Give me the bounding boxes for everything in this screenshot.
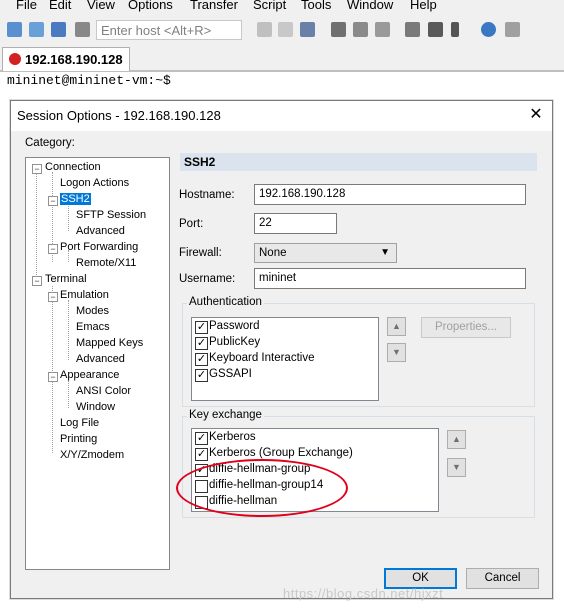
menu-bar: File Edit View Options Transfer Script T…	[0, 0, 564, 14]
connect-icon[interactable]	[7, 22, 22, 37]
tree-item-log-file[interactable]: Log File	[60, 417, 99, 429]
tab-label: 192.168.190.128	[25, 52, 123, 67]
tree-item-connection[interactable]: Connection	[45, 161, 101, 173]
menu-view[interactable]: View	[87, 0, 115, 12]
tree-item-xyzmodem[interactable]: X/Y/Zmodem	[60, 449, 124, 461]
tree-item-terminal[interactable]: Terminal	[45, 273, 87, 285]
menu-options[interactable]: Options	[128, 0, 173, 12]
menu-file[interactable]: File	[16, 0, 37, 12]
kex-move-up-arrow-icon[interactable]: ▲	[447, 430, 466, 449]
hostname-field[interactable]: 192.168.190.128	[254, 184, 526, 205]
firewall-value: None	[259, 247, 287, 259]
firewall-label: Firewall:	[179, 247, 222, 259]
tree-item-mapped-keys[interactable]: Mapped Keys	[76, 337, 143, 349]
menu-window[interactable]: Window	[347, 0, 393, 12]
global-options-icon[interactable]	[405, 22, 420, 37]
authentication-title: Authentication	[187, 296, 264, 308]
checkbox-publickey[interactable]: ✓	[195, 337, 208, 350]
help-icon[interactable]	[481, 22, 496, 37]
checkbox-kerberos[interactable]: ✓	[195, 432, 208, 445]
collapse-emulation-icon[interactable]: −	[48, 292, 58, 302]
tree-item-ssh2-advanced[interactable]: Advanced	[76, 225, 125, 237]
kex-move-down-arrow-icon[interactable]: ▼	[447, 458, 466, 477]
tab-strip: 192.168.190.128	[0, 45, 564, 72]
properties-button[interactable]: Properties...	[421, 317, 511, 338]
reconnect-icon[interactable]	[51, 22, 66, 37]
extra-icon[interactable]	[505, 22, 520, 37]
section-title: SSH2	[180, 153, 537, 171]
checkbox-label: Kerberos (Group Exchange)	[209, 447, 353, 459]
dialog-titlebar: Session Options - 192.168.190.128 ✕	[11, 101, 552, 131]
collapse-appearance-icon[interactable]: −	[48, 372, 58, 382]
firewall-select[interactable]: None ▼	[254, 243, 397, 263]
checkbox-keyboard-interactive[interactable]: ✓	[195, 353, 208, 366]
move-down-arrow-icon[interactable]: ▼	[387, 343, 406, 362]
checkbox-password[interactable]: ✓	[195, 321, 208, 334]
keymap-icon[interactable]	[428, 22, 443, 37]
session-options-dialog: Session Options - 192.168.190.128 ✕ Cate…	[10, 100, 553, 599]
menu-edit[interactable]: Edit	[49, 0, 71, 12]
watermark: https://blog.csdn.net/hjxzt	[283, 586, 444, 601]
tree-item-remote-x11[interactable]: Remote/X11	[76, 257, 136, 269]
dialog-title: Session Options - 192.168.190.128	[17, 108, 221, 123]
category-label: Category:	[25, 137, 75, 149]
checkbox-label: Password	[209, 320, 260, 332]
port-field[interactable]: 22	[254, 213, 337, 234]
key-exchange-title: Key exchange	[187, 409, 264, 421]
username-label: Username:	[179, 273, 236, 285]
collapse-terminal-icon[interactable]: −	[32, 276, 42, 286]
checkbox-gssapi[interactable]: ✓	[195, 369, 208, 382]
copy-icon[interactable]	[257, 22, 272, 37]
checkbox-label: Keyboard Interactive	[209, 352, 315, 364]
tree-item-modes[interactable]: Modes	[76, 305, 109, 317]
session-options-icon[interactable]	[375, 22, 390, 37]
move-up-arrow-icon[interactable]: ▲	[387, 317, 406, 336]
category-tree: − Connection Logon Actions − SSH2 SFTP S…	[25, 157, 170, 570]
menu-script[interactable]: Script	[253, 0, 286, 12]
tree-item-emacs[interactable]: Emacs	[76, 321, 110, 333]
tree-item-logon-actions[interactable]: Logon Actions	[60, 177, 129, 189]
tree-item-printing[interactable]: Printing	[60, 433, 97, 445]
tree-item-port-forwarding[interactable]: Port Forwarding	[60, 241, 138, 253]
collapse-ssh2-icon[interactable]: −	[48, 196, 58, 206]
checkbox-label: Kerberos	[209, 431, 256, 443]
username-field[interactable]: mininet	[254, 268, 526, 289]
print-icon[interactable]	[331, 22, 346, 37]
disconnect-icon[interactable]	[75, 22, 90, 37]
collapse-connection-icon[interactable]: −	[32, 164, 42, 174]
authentication-group: Authentication ✓ Password ✓ PublicKey ✓ Key…	[182, 296, 535, 407]
print-setup-icon[interactable]	[353, 22, 368, 37]
checkbox-label: GSSAPI	[209, 368, 252, 380]
session-status-icon	[9, 53, 21, 65]
tree-item-ssh2[interactable]: SSH2	[60, 193, 91, 205]
tree-item-emulation[interactable]: Emulation	[60, 289, 109, 301]
hostname-label: Hostname:	[179, 189, 235, 201]
tree-item-window[interactable]: Window	[76, 401, 115, 413]
paste-icon[interactable]	[278, 22, 293, 37]
menu-help[interactable]: Help	[410, 0, 437, 12]
tree-item-emulation-advanced[interactable]: Advanced	[76, 353, 125, 365]
terminal-prompt: mininet@mininet-vm:~$	[7, 73, 171, 88]
toolbar: Enter host <Alt+R>	[0, 14, 564, 46]
key-icon[interactable]	[451, 22, 459, 37]
annotation-ellipse	[176, 459, 348, 517]
cancel-button[interactable]: Cancel	[466, 568, 539, 589]
checkbox-label: PublicKey	[209, 336, 261, 348]
tree-item-sftp-session[interactable]: SFTP Session	[76, 209, 146, 221]
tree-item-ansi-color[interactable]: ANSI Color	[76, 385, 131, 397]
checkbox-kerberos-group-exchange[interactable]: ✓	[195, 448, 208, 461]
authentication-list: ✓ Password ✓ PublicKey ✓ Keyboard Interacti…	[191, 317, 379, 401]
tree-item-appearance[interactable]: Appearance	[60, 369, 119, 381]
find-icon[interactable]	[300, 22, 315, 37]
chevron-down-icon: ▼	[380, 247, 390, 258]
close-icon[interactable]: ✕	[528, 107, 544, 123]
quick-connect-icon[interactable]	[29, 22, 44, 37]
host-input[interactable]: Enter host <Alt+R>	[96, 20, 242, 40]
menu-tools[interactable]: Tools	[301, 0, 331, 12]
port-label: Port:	[179, 218, 204, 230]
collapse-port-forwarding-icon[interactable]: −	[48, 244, 58, 254]
tab-session[interactable]: 192.168.190.128	[2, 47, 130, 71]
menu-transfer[interactable]: Transfer	[190, 0, 238, 12]
